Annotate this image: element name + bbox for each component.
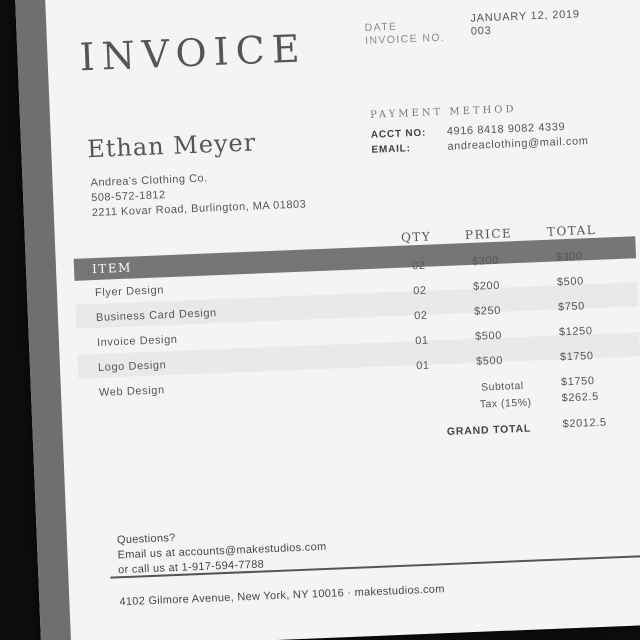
row-1-qty: 02: [411, 259, 426, 273]
tax-value: $262.5: [561, 390, 600, 405]
tax-label: Tax (15%): [479, 396, 532, 411]
row-5-item: Web Design: [98, 384, 165, 399]
subtotal-value: $1750: [560, 375, 595, 389]
row-2-price: $200: [472, 279, 501, 293]
payment-method-title: PAYMENT METHOD: [369, 103, 517, 121]
row-3-total: $750: [557, 300, 586, 314]
client-name: Ethan Meyer: [86, 128, 257, 164]
invoice-number-label: INVOICE NO.: [364, 31, 446, 47]
row-4-total: $1250: [558, 325, 593, 339]
client-phone: 508-572-1812: [90, 189, 166, 205]
header-total: TOTAL: [546, 222, 597, 239]
row-4-qty: 01: [414, 334, 429, 348]
row-3-qty: 02: [413, 309, 428, 323]
invoice-number-value: 003: [470, 24, 492, 38]
row-3-price: $250: [473, 304, 502, 318]
header-qty: QTY: [400, 229, 432, 245]
acct-label: ACCT NO:: [370, 127, 427, 141]
side-accent-bar: [14, 0, 72, 640]
acct-value: 4916 8418 9082 4339: [446, 121, 566, 138]
date-value: JANUARY 12, 2019: [470, 8, 581, 25]
client-company: Andrea's Clothing Co.: [90, 172, 208, 190]
row-2-qty: 02: [412, 284, 427, 298]
grand-total-label: GRAND TOTAL: [446, 422, 532, 438]
row-5-qty: 01: [415, 359, 430, 373]
header-item: ITEM: [91, 260, 133, 277]
row-1-total: $300: [555, 250, 584, 264]
row-1-item: Flyer Design: [94, 284, 165, 300]
row-5-price: $500: [475, 354, 504, 368]
date-label: DATE: [364, 20, 398, 34]
row-5-total: $1750: [559, 350, 594, 364]
footer-questions: Questions?: [116, 531, 176, 547]
footer-address: 4102 Gilmore Avenue, New York, NY 10016 …: [119, 583, 445, 609]
row-4-price: $500: [474, 329, 503, 343]
row-1-price: $300: [471, 254, 500, 268]
email-label: EMAIL:: [371, 143, 411, 156]
row-2-total: $500: [556, 275, 585, 289]
row-3-item: Invoice Design: [96, 333, 178, 349]
invoice-sheet: INVOICE DATE INVOICE NO. JANUARY 12, 201…: [14, 0, 640, 640]
invoice-title: INVOICE: [78, 26, 308, 80]
email-value: andreaclothing@mail.com: [447, 135, 589, 153]
photo-stage: INVOICE DATE INVOICE NO. JANUARY 12, 201…: [0, 0, 640, 640]
subtotal-label: Subtotal: [480, 379, 524, 394]
grand-total-value: $2012.5: [562, 416, 607, 431]
table-header-band: [73, 236, 637, 281]
header-price: PRICE: [464, 226, 513, 243]
